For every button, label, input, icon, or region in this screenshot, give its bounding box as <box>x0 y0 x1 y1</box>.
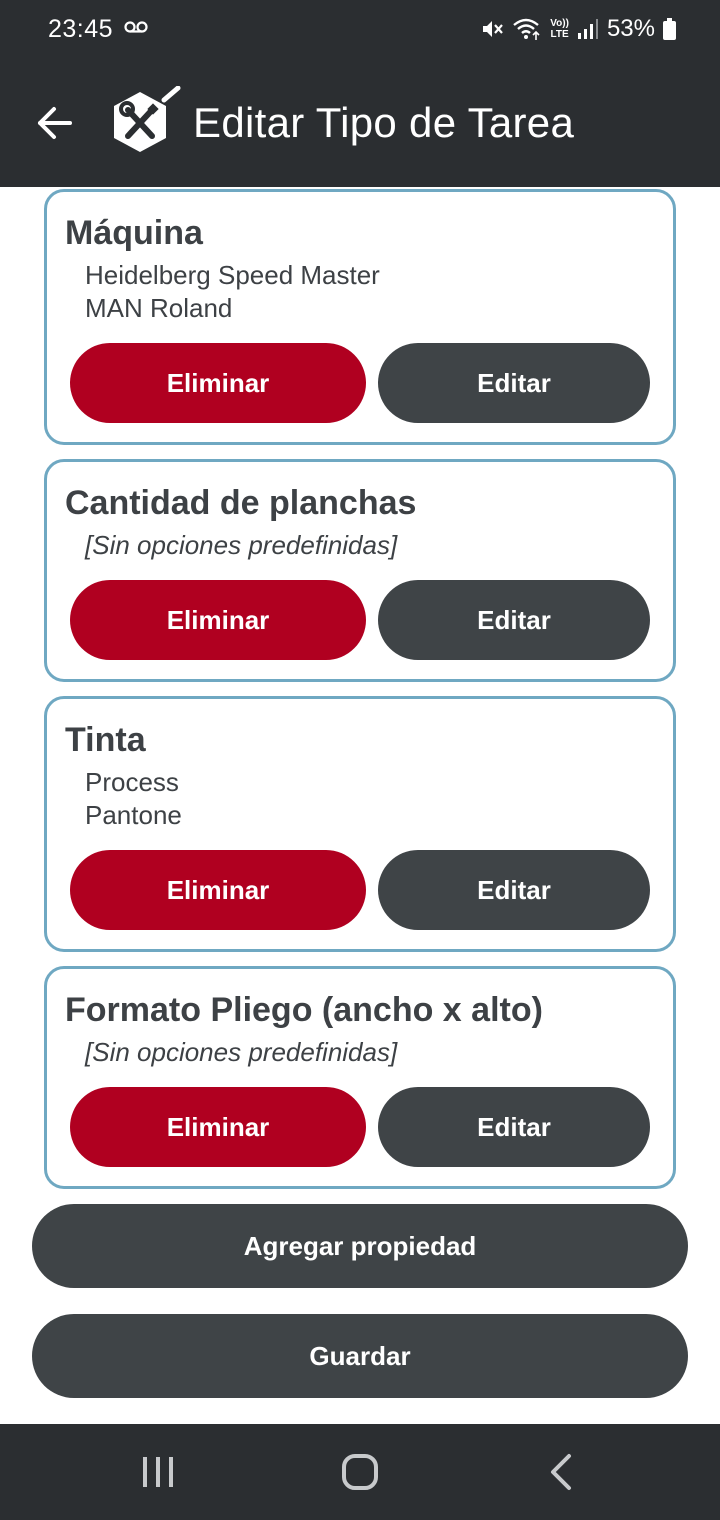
property-card-maquina: Máquina Heidelberg Speed Master MAN Rola… <box>44 189 676 445</box>
delete-button[interactable]: Eliminar <box>70 580 366 660</box>
battery-icon <box>663 18 676 40</box>
property-card-cantidad-de-planchas: Cantidad de planchas [Sin opciones prede… <box>44 459 676 682</box>
property-option: Process <box>85 767 179 797</box>
signal-icon <box>577 19 598 39</box>
save-button[interactable]: Guardar <box>32 1314 688 1398</box>
voicemail-icon <box>124 21 148 33</box>
property-option: MAN Roland <box>85 293 233 323</box>
property-card-tinta: Tinta Process Pantone Eliminar Editar <box>44 696 676 952</box>
property-option: [Sin opciones predefinidas] <box>85 1037 398 1067</box>
property-option: Heidelberg Speed Master <box>85 260 380 290</box>
recent-apps-icon[interactable] <box>140 1452 176 1492</box>
property-title: Máquina <box>65 214 203 252</box>
battery-percentage: 53% <box>606 15 655 42</box>
status-icons: Vo)) LTE 53% <box>480 12 676 46</box>
app-bar: Editar Tipo de Tarea <box>0 59 720 187</box>
property-option: [Sin opciones predefinidas] <box>85 530 398 560</box>
mute-icon <box>483 21 504 37</box>
wifi-icon <box>513 18 540 40</box>
back-arrow-icon[interactable] <box>34 103 74 143</box>
add-property-button[interactable]: Agregar propiedad <box>32 1204 688 1288</box>
property-title: Formato Pliego (ancho x alto) <box>65 991 543 1029</box>
back-icon[interactable] <box>545 1452 575 1492</box>
home-icon[interactable] <box>340 1452 380 1492</box>
property-title: Cantidad de planchas <box>65 484 417 522</box>
property-card-formato-pliego: Formato Pliego (ancho x alto) [Sin opcio… <box>44 966 676 1189</box>
edit-button[interactable]: Editar <box>378 1087 650 1167</box>
status-bar: 23:45 Vo)) LTE 53% <box>0 0 720 59</box>
edit-button[interactable]: Editar <box>378 343 650 423</box>
edit-button[interactable]: Editar <box>378 580 650 660</box>
tools-logo-icon <box>114 86 181 152</box>
system-nav-bar <box>0 1424 720 1520</box>
delete-button[interactable]: Eliminar <box>70 343 366 423</box>
page-title: Editar Tipo de Tarea <box>193 99 575 146</box>
edit-button[interactable]: Editar <box>378 850 650 930</box>
delete-button[interactable]: Eliminar <box>70 1087 366 1167</box>
delete-button[interactable]: Eliminar <box>70 850 366 930</box>
lte-icon: Vo)) LTE <box>550 18 569 40</box>
property-option: Pantone <box>85 800 182 830</box>
property-title: Tinta <box>65 721 146 759</box>
status-time: 23:45 <box>48 15 114 43</box>
property-list: Máquina Heidelberg Speed Master MAN Rola… <box>0 187 720 1424</box>
